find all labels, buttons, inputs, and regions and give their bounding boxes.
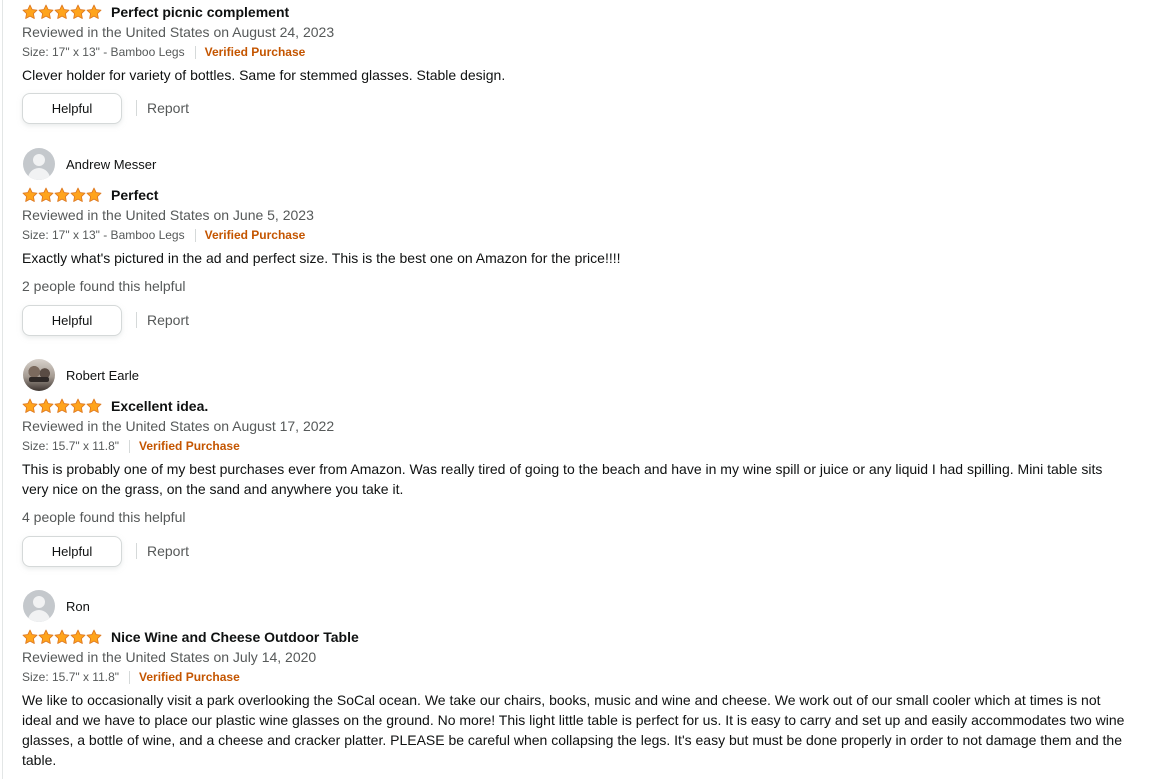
report-link[interactable]: Report	[147, 100, 189, 116]
meta-divider	[129, 439, 131, 453]
star-icon	[54, 629, 70, 644]
review-body: We like to occasionally visit a park ove…	[22, 692, 1125, 768]
helpful-button[interactable]: Helpful	[22, 535, 122, 567]
review-card: Ron Nice Wine and Cheese Outdoor Table R…	[22, 590, 1132, 770]
review-body: Clever holder for variety of bottles. Sa…	[22, 67, 506, 83]
star-icon	[54, 187, 70, 202]
review-title[interactable]: Nice Wine and Cheese Outdoor Table	[111, 629, 359, 645]
review-card: Perfect picnic complement Reviewed in th…	[22, 2, 1132, 124]
meta-divider	[194, 228, 196, 242]
photo-avatar	[23, 359, 55, 391]
meta-divider	[129, 670, 131, 684]
star-icon	[86, 4, 102, 19]
review-title-row: Perfect picnic complement	[22, 2, 1132, 22]
review-title[interactable]: Perfect	[111, 187, 158, 203]
star-rating-icon[interactable]	[22, 398, 102, 414]
star-icon	[70, 629, 86, 644]
reviewer-name[interactable]: Ron	[66, 599, 90, 614]
review-date: Reviewed in the United States on August …	[22, 24, 335, 40]
star-rating-icon[interactable]	[22, 4, 102, 20]
star-icon	[86, 187, 102, 202]
review-actions: Helpful Report	[22, 304, 1132, 336]
verified-purchase-badge: Verified Purchase	[139, 439, 240, 453]
reviewer-profile[interactable]: Robert Earle	[22, 359, 1132, 391]
size-variant[interactable]: Size: 15.7" x 11.8"	[22, 667, 119, 687]
helpful-button[interactable]: Helpful	[22, 92, 122, 124]
meta-divider	[194, 45, 196, 59]
verified-purchase-badge: Verified Purchase	[204, 45, 306, 59]
action-divider	[136, 312, 137, 328]
reviewer-profile[interactable]: Ron	[22, 590, 1132, 622]
action-divider	[136, 100, 137, 116]
review-meta: Size: 17" x 13" - Bamboo Legs Verified P…	[22, 225, 1132, 245]
helpful-count: 4 people found this helpful	[22, 509, 186, 525]
review-title[interactable]: Perfect picnic complement	[111, 4, 289, 20]
star-rating-icon[interactable]	[22, 629, 102, 645]
review-date: Reviewed in the United States on August …	[22, 418, 335, 434]
star-icon	[70, 187, 86, 202]
review-date: Reviewed in the United States on June 5,…	[22, 207, 314, 223]
default-avatar-icon	[23, 148, 55, 180]
review-card: Andrew Messer Perfect Reviewed in the Un…	[22, 148, 1132, 336]
review-date: Reviewed in the United States on July 14…	[22, 649, 317, 665]
star-icon	[70, 398, 86, 413]
reviewer-name[interactable]: Robert Earle	[66, 368, 139, 383]
review-meta: Size: 15.7" x 11.8" Verified Purchase	[22, 667, 1132, 687]
star-icon	[38, 4, 54, 19]
review-title-row: Excellent idea.	[22, 396, 1132, 416]
star-icon	[22, 629, 38, 644]
helpful-count: 2 people found this helpful	[22, 278, 186, 294]
star-icon	[22, 4, 38, 19]
review-actions: Helpful Report	[22, 535, 1132, 567]
review-title-row: Nice Wine and Cheese Outdoor Table	[22, 627, 1132, 647]
star-icon	[38, 629, 54, 644]
verified-purchase-badge: Verified Purchase	[204, 228, 306, 242]
review-card: Robert Earle Excellent idea. Reviewed in…	[22, 359, 1132, 567]
size-variant[interactable]: Size: 15.7" x 11.8"	[22, 436, 119, 456]
review-body: This is probably one of my best purchase…	[22, 461, 1103, 497]
default-avatar-icon	[23, 590, 55, 622]
action-divider	[136, 543, 137, 559]
verified-purchase-badge: Verified Purchase	[139, 670, 240, 684]
star-rating-icon[interactable]	[22, 187, 102, 203]
star-icon	[86, 398, 102, 413]
review-title-row: Perfect	[22, 185, 1132, 205]
star-icon	[54, 398, 70, 413]
star-icon	[22, 187, 38, 202]
star-icon	[70, 4, 86, 19]
review-meta: Size: 15.7" x 11.8" Verified Purchase	[22, 436, 1132, 456]
review-title[interactable]: Excellent idea.	[111, 398, 208, 414]
size-variant[interactable]: Size: 17" x 13" - Bamboo Legs	[22, 225, 185, 245]
reviewer-profile[interactable]: Andrew Messer	[22, 148, 1132, 180]
reviewer-name[interactable]: Andrew Messer	[66, 157, 156, 172]
review-meta: Size: 17" x 13" - Bamboo Legs Verified P…	[22, 42, 1132, 62]
star-icon	[22, 398, 38, 413]
review-body: Exactly what's pictured in the ad and pe…	[22, 250, 621, 266]
size-variant[interactable]: Size: 17" x 13" - Bamboo Legs	[22, 42, 185, 62]
reviews-page: Perfect picnic complement Reviewed in th…	[2, 0, 1151, 779]
report-link[interactable]: Report	[147, 312, 189, 328]
review-actions: Helpful Report	[22, 92, 1132, 124]
star-icon	[38, 187, 54, 202]
star-icon	[54, 4, 70, 19]
helpful-button[interactable]: Helpful	[22, 304, 122, 336]
star-icon	[86, 629, 102, 644]
star-icon	[38, 398, 54, 413]
report-link[interactable]: Report	[147, 543, 189, 559]
